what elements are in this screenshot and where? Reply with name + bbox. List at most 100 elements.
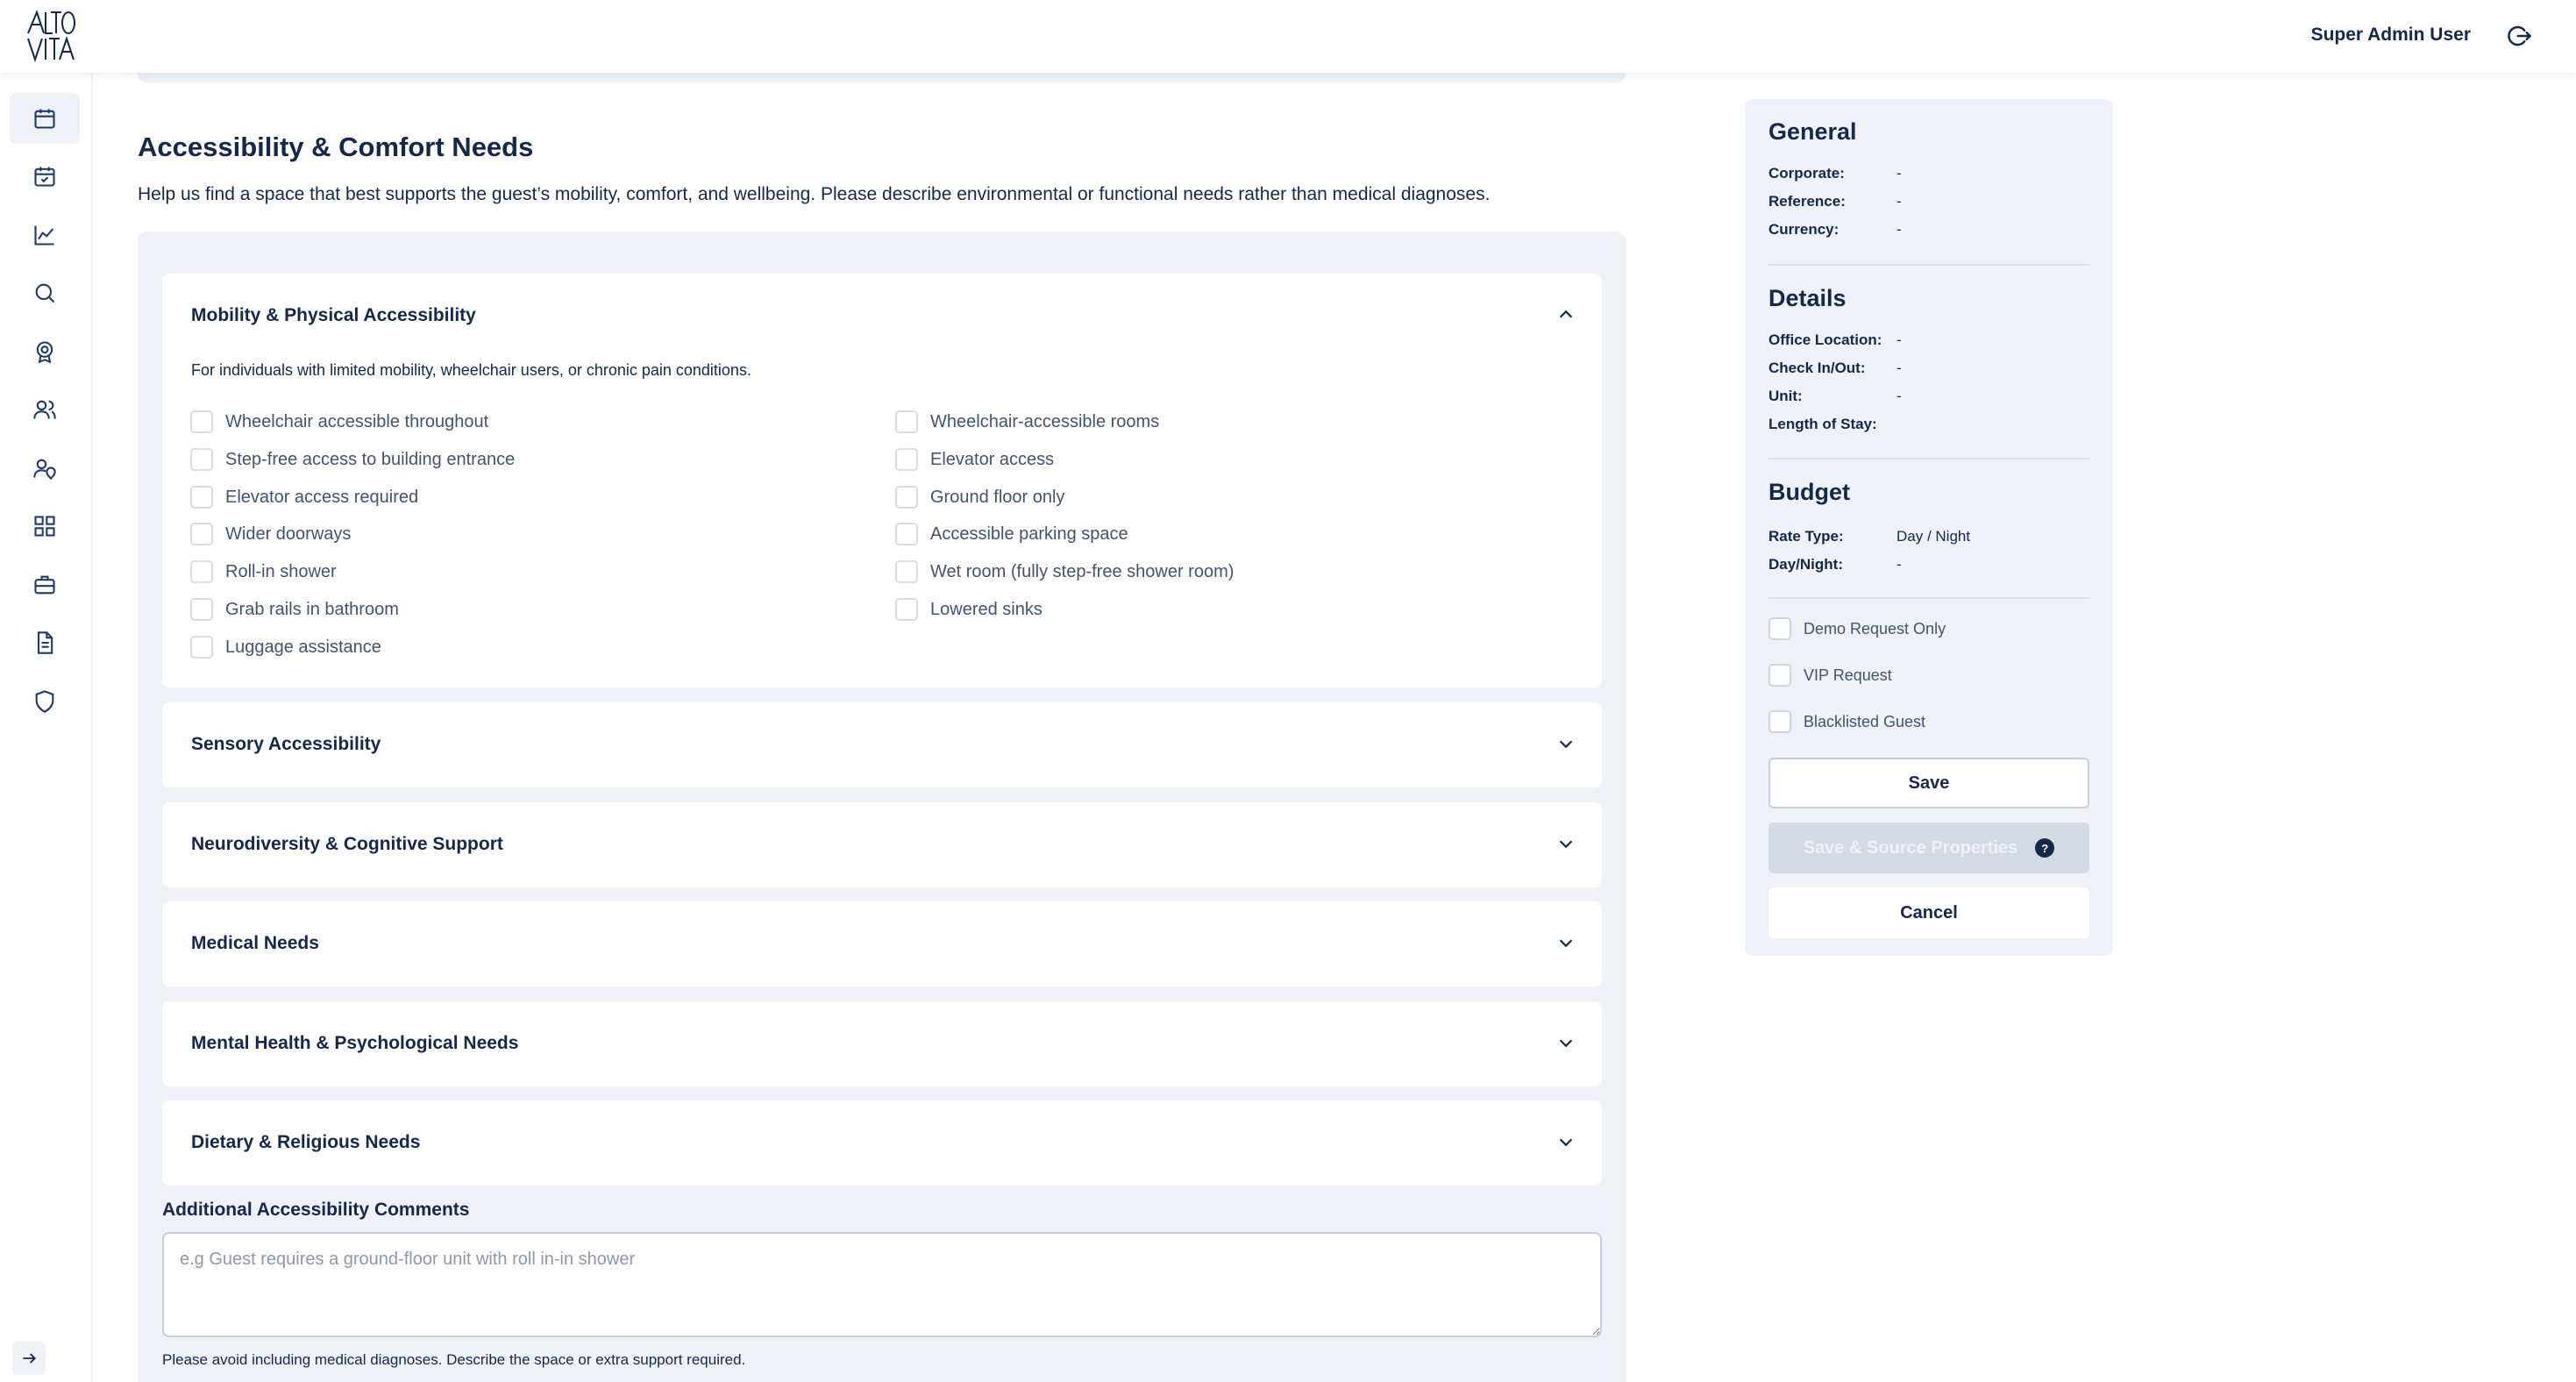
accordion-medical[interactable]: Medical Needs: [162, 901, 1602, 987]
option-elevator-required[interactable]: Elevator access required: [190, 485, 418, 509]
flag-label: Demo Request Only: [1804, 619, 1946, 638]
divider: [1768, 264, 2089, 266]
save-button[interactable]: Save: [1768, 758, 2089, 809]
save-source-properties-button[interactable]: Save & Source Properties ?: [1768, 823, 2089, 873]
sidebar-item-corporate[interactable]: [10, 559, 80, 610]
users-icon: [33, 400, 56, 419]
alto-vita-logo[interactable]: [25, 9, 77, 63]
checkbox[interactable]: [190, 410, 213, 433]
save-source-label: Save & Source Properties: [1803, 837, 2018, 858]
sidebar-item-security[interactable]: [10, 676, 80, 727]
logout-icon[interactable]: [2506, 23, 2532, 49]
sidebar-item-awards[interactable]: [10, 326, 80, 377]
option-step-free-entrance[interactable]: Step-free access to building entrance: [190, 447, 515, 472]
summary-row-rate-type: Rate Type: Day / Night: [1768, 528, 1970, 545]
cancel-button[interactable]: Cancel: [1768, 887, 2089, 938]
option-label: Accessible parking space: [930, 524, 1128, 544]
sidebar-item-hosts[interactable]: [10, 443, 80, 494]
summary-key: Reference:: [1768, 193, 1846, 210]
sidebar-item-bookings[interactable]: [10, 151, 80, 202]
chevron-down-icon[interactable]: [1556, 1132, 1576, 1151]
checkbox[interactable]: [1768, 664, 1791, 687]
sidebar-item-calendar[interactable]: [10, 93, 80, 144]
checkbox[interactable]: [190, 486, 213, 509]
sidebar-expand-button[interactable]: [12, 1342, 46, 1375]
option-wider-doorways[interactable]: Wider doorways: [190, 522, 351, 546]
checkbox[interactable]: [895, 598, 918, 621]
shield-icon: [35, 690, 54, 713]
chevron-down-icon[interactable]: [1556, 834, 1576, 853]
checkbox[interactable]: [190, 523, 213, 545]
checkbox[interactable]: [190, 598, 213, 621]
accordion-dietary-header[interactable]: Dietary & Religious Needs: [191, 1132, 420, 1153]
checkbox[interactable]: [895, 448, 918, 471]
grid-icon: [34, 516, 55, 537]
option-wheelchair-rooms[interactable]: Wheelchair-accessible rooms: [895, 410, 1159, 434]
option-wet-room[interactable]: Wet room (fully step-free shower room): [895, 559, 1234, 584]
sidebar-item-analytics[interactable]: [10, 210, 80, 260]
accordion-neurodiversity[interactable]: Neurodiversity & Cognitive Support: [162, 802, 1602, 887]
option-luggage-assistance[interactable]: Luggage assistance: [190, 635, 381, 659]
option-grab-rails[interactable]: Grab rails in bathroom: [190, 597, 399, 622]
summary-key: Check In/Out:: [1768, 360, 1866, 376]
chevron-down-icon[interactable]: [1556, 1033, 1576, 1052]
accordion-sensory-header[interactable]: Sensory Accessibility: [191, 734, 381, 755]
accordion-neurodiversity-header[interactable]: Neurodiversity & Cognitive Support: [191, 834, 503, 855]
flag-vip-request[interactable]: VIP Request: [1768, 664, 1892, 687]
comments-textarea[interactable]: [162, 1232, 1602, 1337]
sidebar-item-dashboard[interactable]: [10, 501, 80, 552]
flag-demo-request[interactable]: Demo Request Only: [1768, 617, 1946, 640]
accordion-dietary[interactable]: Dietary & Religious Needs: [162, 1101, 1602, 1186]
summary-key: Unit:: [1768, 388, 1803, 404]
chevron-down-icon[interactable]: [1556, 933, 1576, 952]
chevron-up-icon[interactable]: [1556, 305, 1576, 324]
comments-label: Additional Accessibility Comments: [162, 1200, 470, 1220]
option-label: Wheelchair-accessible rooms: [930, 411, 1160, 431]
checkbox[interactable]: [190, 560, 213, 583]
checkbox[interactable]: [895, 523, 918, 545]
accordion-mental-health[interactable]: Mental Health & Psychological Needs: [162, 1001, 1602, 1086]
summary-row-day-night: Day/Night: -: [1768, 556, 1902, 573]
chevron-down-icon[interactable]: [1556, 734, 1576, 753]
flag-blacklisted-guest[interactable]: Blacklisted Guest: [1768, 710, 1925, 733]
option-label: Lowered sinks: [930, 599, 1042, 619]
checkbox[interactable]: [895, 486, 918, 509]
search-icon: [35, 283, 55, 303]
option-roll-in-shower[interactable]: Roll-in shower: [190, 559, 337, 584]
cancel-button-label: Cancel: [1900, 902, 1958, 923]
summary-key: Office Location:: [1768, 331, 1882, 348]
user-location-icon: [33, 459, 56, 481]
summary-key: Length of Stay:: [1768, 416, 1877, 432]
user-name[interactable]: Super Admin User: [2311, 25, 2471, 46]
divider: [1768, 597, 2089, 599]
sidebar-item-search[interactable]: [10, 267, 80, 318]
option-accessible-parking[interactable]: Accessible parking space: [895, 522, 1128, 546]
checkbox[interactable]: [190, 636, 213, 659]
checkbox[interactable]: [895, 560, 918, 583]
option-elevator-access[interactable]: Elevator access: [895, 447, 1054, 472]
summary-row-office-location: Office Location: -: [1768, 331, 1902, 349]
comments-hint: Please avoid including medical diagnoses…: [162, 1351, 746, 1368]
accordion-mental-health-header[interactable]: Mental Health & Psychological Needs: [191, 1033, 518, 1054]
accordion-medical-header[interactable]: Medical Needs: [191, 933, 319, 954]
checkbox[interactable]: [895, 410, 918, 433]
accordion-mobility-header[interactable]: Mobility & Physical Accessibility: [191, 305, 476, 326]
details-heading: Details: [1768, 285, 1847, 311]
option-label: Grab rails in bathroom: [225, 599, 399, 619]
accordion-mobility-subtitle: For individuals with limited mobility, w…: [191, 361, 751, 379]
divider: [1768, 458, 2089, 459]
help-icon[interactable]: ?: [2035, 838, 2055, 858]
accordion-sensory[interactable]: Sensory Accessibility: [162, 702, 1602, 787]
checkbox[interactable]: [1768, 710, 1791, 733]
sidebar-item-users[interactable]: [10, 384, 80, 435]
calendar-check-icon: [34, 167, 55, 187]
summary-value: -: [1896, 360, 1902, 376]
section-description: Help us find a space that best supports …: [138, 184, 1491, 204]
checkbox[interactable]: [190, 448, 213, 471]
option-ground-floor[interactable]: Ground floor only: [895, 485, 1064, 509]
checkbox[interactable]: [1768, 617, 1791, 640]
sidebar-item-documents[interactable]: [10, 617, 80, 668]
option-lowered-sinks[interactable]: Lowered sinks: [895, 597, 1042, 622]
option-wheelchair-throughout[interactable]: Wheelchair accessible throughout: [190, 410, 488, 434]
summary-value: -: [1896, 193, 1902, 210]
